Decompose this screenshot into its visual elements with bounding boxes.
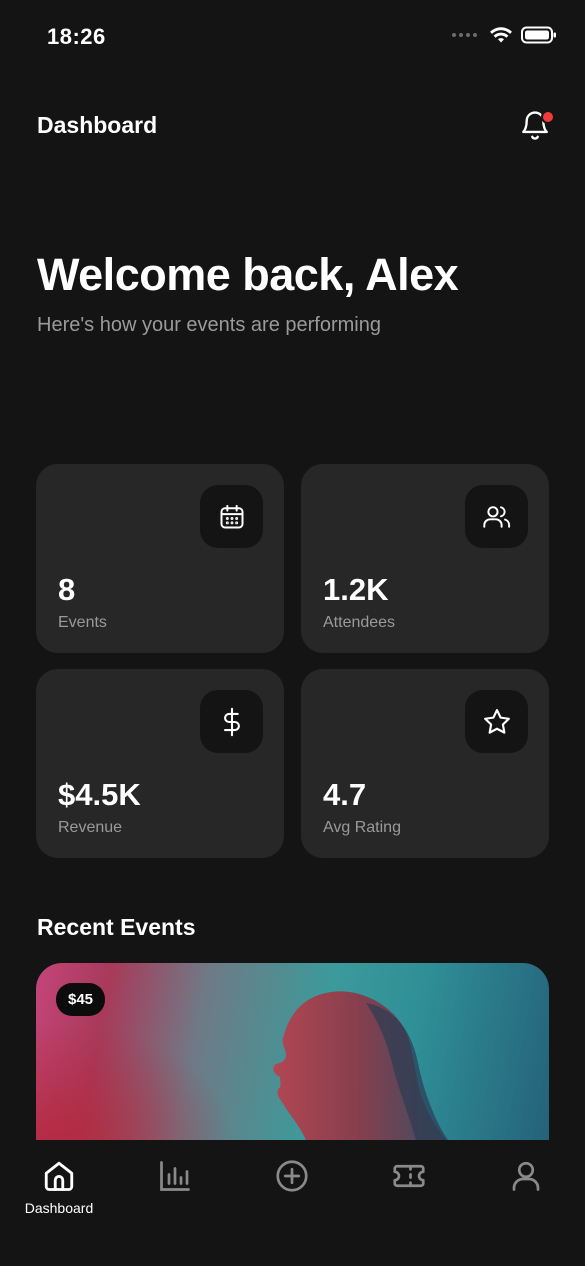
wifi-icon (490, 27, 512, 43)
welcome-section: Welcome back, Alex Here's how your event… (37, 249, 459, 337)
recent-events-title: Recent Events (37, 914, 196, 940)
stat-card-attendees[interactable]: 1.2K Attendees (301, 464, 549, 653)
notification-badge (541, 110, 555, 124)
tab-analytics[interactable] (120, 1158, 230, 1194)
stat-card-events[interactable]: 8 Events (36, 464, 284, 653)
ticket-icon (393, 1164, 425, 1188)
status-time: 18:26 (47, 24, 106, 49)
tab-label: Dashboard (24, 1200, 94, 1216)
dollar-icon (223, 707, 240, 736)
event-image-silhouette (273, 991, 448, 1140)
app-header: Dashboard (37, 100, 555, 150)
user-icon (512, 1161, 540, 1191)
welcome-subtitle: Here's how your events are performing (37, 313, 381, 336)
stat-label: Events (58, 614, 107, 631)
stat-icon-box (200, 485, 263, 548)
home-icon (44, 1161, 74, 1191)
stat-value: 1.2K (323, 572, 389, 607)
users-icon (482, 505, 510, 528)
tab-create[interactable] (237, 1158, 347, 1194)
price-badge: $45 (56, 983, 106, 1016)
stat-card-revenue[interactable]: $4.5K Revenue (36, 669, 284, 858)
stat-value: $4.5K (58, 777, 141, 812)
event-card[interactable]: $45 (36, 963, 549, 1140)
stat-card-rating[interactable]: 4.7 Avg Rating (301, 669, 549, 858)
signal-icon (452, 33, 477, 37)
tab-profile[interactable] (471, 1158, 581, 1194)
status-icons (452, 26, 557, 44)
battery-icon (521, 26, 556, 44)
tab-tickets[interactable] (354, 1158, 464, 1194)
tab-dashboard[interactable]: Dashboard (4, 1158, 114, 1216)
stat-value: 4.7 (323, 777, 367, 812)
bar-chart-icon (160, 1161, 190, 1191)
stats-grid: 8 Events 1.2K Attendees $4.5K Revenue 4.… (36, 464, 549, 858)
status-bar: 18:26 (0, 0, 585, 72)
stat-icon-box (465, 690, 528, 753)
notifications-button[interactable] (515, 105, 555, 145)
stat-label: Attendees (323, 614, 396, 631)
tab-bar: Dashboard (0, 1140, 585, 1266)
stat-icon-box (200, 690, 263, 753)
star-icon (483, 708, 510, 734)
plus-circle-icon (276, 1160, 308, 1192)
stat-label: Avg Rating (323, 819, 401, 836)
welcome-title: Welcome back, Alex (37, 249, 459, 300)
stat-value: 8 (58, 572, 76, 607)
calendar-icon (220, 504, 243, 528)
stat-label: Revenue (58, 819, 123, 836)
stat-icon-box (465, 485, 528, 548)
page-title: Dashboard (37, 111, 158, 138)
